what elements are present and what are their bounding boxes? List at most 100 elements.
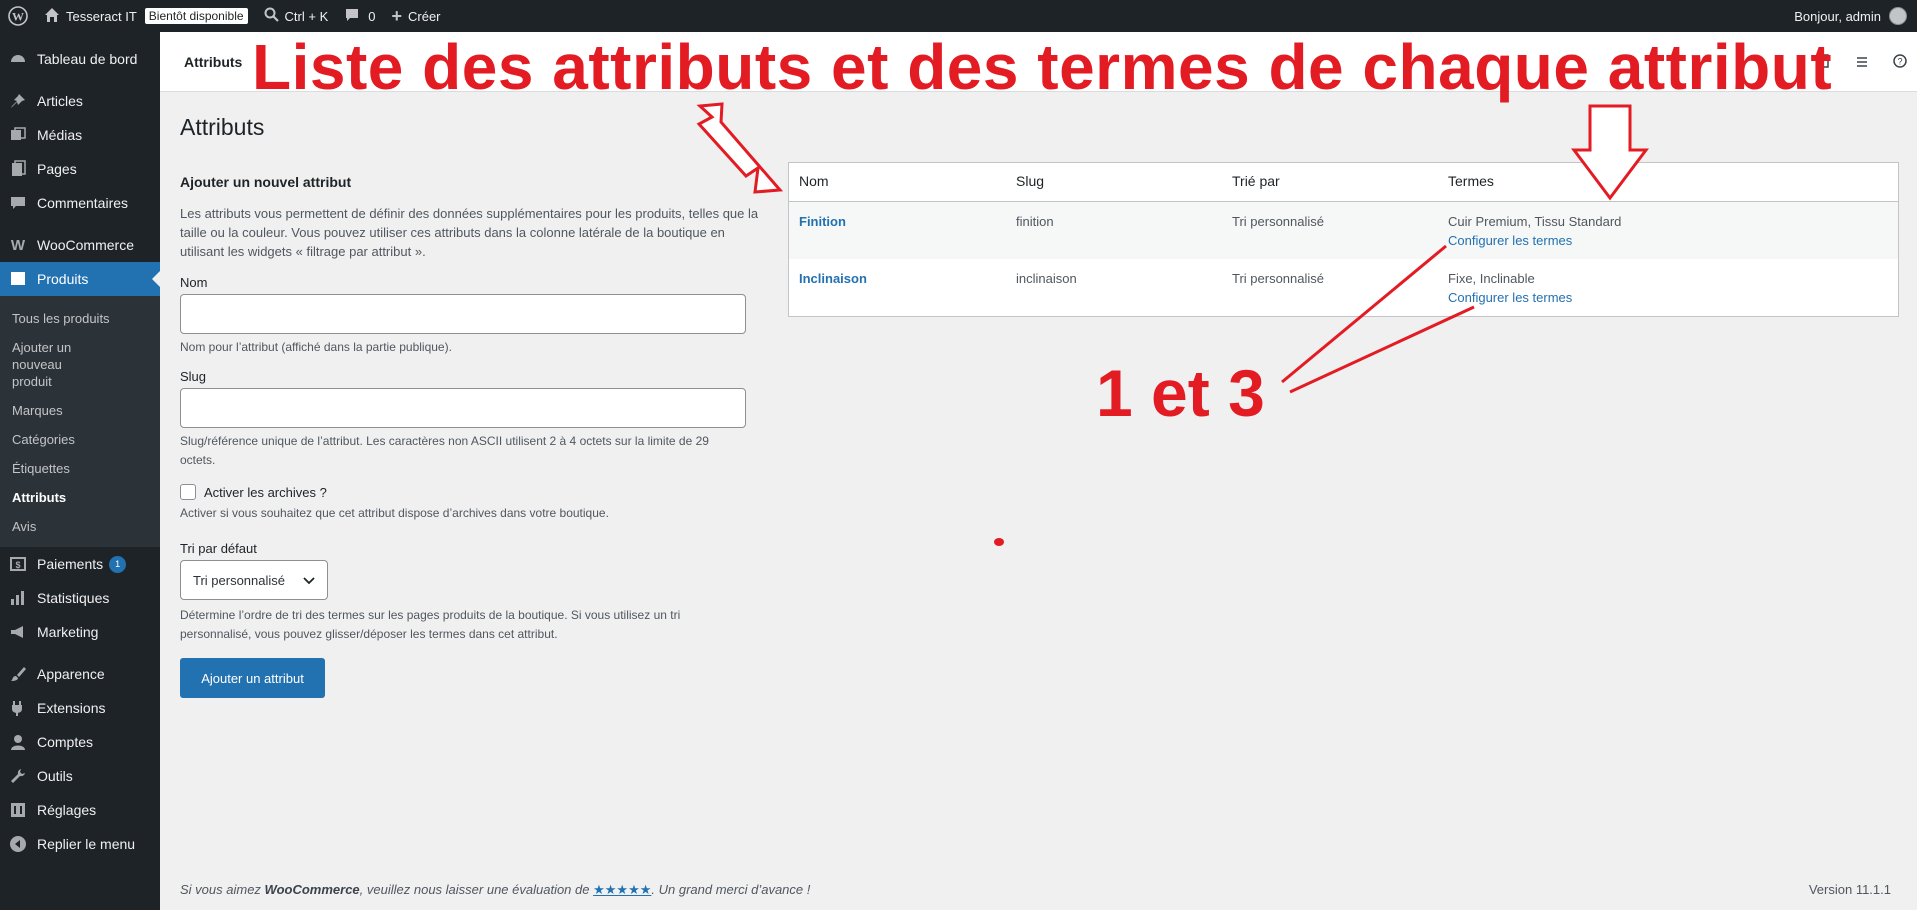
menu-collapse[interactable]: Replier le menu [0,827,160,861]
menu-plugins[interactable]: Extensions [0,691,160,725]
menu-statistics[interactable]: Statistiques [0,581,160,615]
menu-label: Médias [37,127,83,143]
menu-comments[interactable]: Commentaires [0,186,160,220]
comment-icon [8,193,28,213]
admin-sidebar: Tableau de bord Articles Médias Pages Co… [0,32,160,910]
attribute-name-link[interactable]: Inclinaison [799,271,867,286]
menu-payments[interactable]: $ Paiements 1 [0,547,160,581]
display-options-icon[interactable] [1855,54,1869,71]
create-label: Créer [408,8,441,24]
column-header-slug: Slug [1016,173,1045,189]
submenu-reviews[interactable]: Avis [0,512,160,541]
add-attribute-button[interactable]: Ajouter un attribut [180,658,325,698]
slug-label: Slug [180,369,207,384]
column-header-sort: Trié par [1232,173,1280,189]
attribute-sort: Tri personnalisé [1232,271,1325,286]
menu-pages[interactable]: Pages [0,152,160,186]
rating-stars-link[interactable]: ★★★★★ [593,882,651,897]
svg-text:?: ? [1897,57,1902,67]
sort-select-value: Tri personnalisé [193,572,286,588]
megaphone-icon [8,622,28,642]
configure-terms-link[interactable]: Configurer les termes [1448,288,1888,307]
comment-icon [344,7,360,26]
attributes-table: Nom Slug Trié par Termes Finition finiti… [788,162,1899,317]
submenu-tags[interactable]: Étiquettes [0,454,160,483]
brush-icon [8,664,28,684]
menu-label: Commentaires [37,195,129,211]
menu-label: Extensions [37,700,106,716]
chevron-down-icon [303,573,315,588]
svg-text:$: $ [15,560,20,570]
payments-icon: $ [8,554,28,574]
greeting: Bonjour, admin [1794,8,1881,24]
sort-label: Tri par défaut [180,541,257,556]
command-palette-button[interactable]: Ctrl + K [256,0,337,32]
plugin-icon [8,698,28,718]
media-icon [8,125,28,145]
name-input[interactable] [180,294,746,334]
submenu-categories[interactable]: Catégories [0,425,160,454]
stats-icon [8,588,28,608]
comments-count: 0 [368,8,376,24]
attribute-name-link[interactable]: Finition [799,214,846,229]
slug-input[interactable] [180,388,746,428]
woocommerce-icon: W [10,236,26,254]
products-icon [8,269,28,289]
menu-products[interactable]: Produits [0,262,160,296]
menu-label: Replier le menu [37,836,136,852]
annotation-numbers: 1 et 3 [1096,356,1265,430]
form-intro: Les attributs vous permettent de définir… [180,206,759,259]
column-header-terms: Termes [1448,173,1494,189]
menu-dashboard[interactable]: Tableau de bord [0,42,160,76]
menu-media[interactable]: Médias [0,118,160,152]
menu-marketing[interactable]: Marketing [0,615,160,649]
menu-woocommerce[interactable]: W WooCommerce [0,228,160,262]
archives-checkbox[interactable] [180,484,196,500]
submenu-add-product[interactable]: Ajouter un nouveau produit [0,333,110,396]
menu-articles[interactable]: Articles [0,84,160,118]
help-icon[interactable]: ? [1893,54,1907,71]
annotation-dot [994,538,1004,546]
wordpress-logo-icon[interactable]: W [0,0,36,32]
name-label: Nom [180,275,208,290]
plus-icon: + [391,5,402,26]
name-description: Nom pour l’attribut (affiché dans la par… [180,340,452,354]
attribute-terms: Fixe, Inclinable [1448,271,1535,286]
submenu-brands[interactable]: Marques [0,396,160,425]
sort-select[interactable]: Tri personnalisé [180,560,328,600]
sort-description: Détermine l’ordre de tri des termes sur … [180,608,681,641]
attribute-terms: Cuir Premium, Tissu Standard [1448,214,1622,229]
menu-label: Réglages [37,802,97,818]
account-menu[interactable]: Bonjour, admin [1794,7,1917,25]
archives-description: Activer si vous souhaitez que cet attrib… [180,506,609,520]
menu-label: Pages [37,161,77,177]
attribute-slug: inclinaison [1016,271,1077,286]
submenu-attributes[interactable]: Attributs [0,483,160,512]
site-name: Tesseract IT [66,8,137,24]
menu-label: Articles [37,93,83,109]
menu-users[interactable]: Comptes [0,725,160,759]
footer-text-after: . Un grand merci d’avance ! [651,882,811,897]
menu-label: Statistiques [37,590,110,606]
menu-label: Paiements [37,556,104,572]
site-name-link[interactable]: Tesseract IT Bientôt disponible [36,0,256,32]
menu-settings[interactable]: Réglages [0,793,160,827]
footer-rating-text: Si vous aimez WooCommerce, veuillez nous… [180,882,810,898]
annotation-line-2 [1289,305,1475,394]
dashboard-icon [8,49,28,69]
coming-soon-badge: Bientôt disponible [144,8,248,24]
menu-appearance[interactable]: Apparence [0,657,160,691]
create-new-link[interactable]: + Créer [383,0,448,32]
version-text: Version 11.1.1 [1808,882,1891,897]
add-attribute-form: Ajouter un nouvel attribut Les attributs… [180,174,760,698]
configure-terms-link[interactable]: Configurer les termes [1448,231,1888,250]
shortcut-label: Ctrl + K [284,8,329,24]
submenu-all-products[interactable]: Tous les produits [0,304,160,333]
collapse-icon [8,834,28,854]
form-heading: Ajouter un nouvel attribut [180,174,352,190]
search-icon [264,7,279,25]
menu-tools[interactable]: Outils [0,759,160,793]
comments-link[interactable]: 0 [336,0,383,32]
annotation-title: Liste des attributs et des termes de cha… [252,31,1833,103]
menu-label: Apparence [37,666,105,682]
